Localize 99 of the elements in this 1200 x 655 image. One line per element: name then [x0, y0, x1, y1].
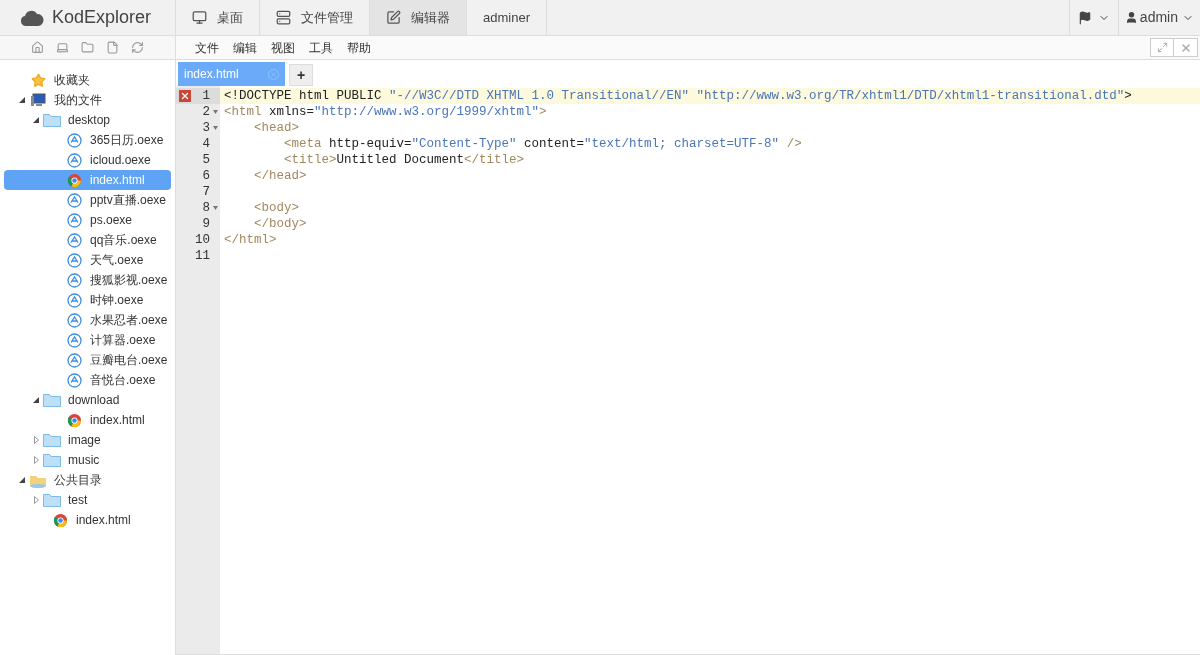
maximize-button[interactable] — [1150, 38, 1174, 57]
nav-tab[interactable]: adminer — [467, 0, 547, 35]
app-icon — [66, 192, 82, 208]
app-icon — [66, 352, 82, 368]
app-icon — [66, 312, 82, 328]
code-line: <head> — [253, 120, 300, 136]
line-number: 1 — [201, 88, 210, 104]
code-line: <html xmlns="http://www.w3.org/1999/xhtml"> — [223, 104, 548, 120]
tree-item[interactable]: index.html — [4, 410, 171, 430]
folder-icon[interactable] — [81, 41, 94, 54]
nav-tab[interactable]: 桌面 — [176, 0, 260, 35]
tree-item[interactable]: 音悦台.oexe — [4, 370, 171, 390]
code-line: <body> — [253, 200, 300, 216]
app-icon — [66, 152, 82, 168]
tree-item[interactable]: download — [4, 390, 171, 410]
menu-item[interactable]: 工具 — [302, 38, 340, 57]
folder-icon — [43, 453, 61, 467]
cloud-icon — [20, 9, 44, 26]
collapsed-arrow-icon[interactable] — [33, 456, 39, 464]
app-icon — [66, 272, 82, 288]
app-icon — [66, 332, 82, 348]
tree-item[interactable]: icloud.oexe — [4, 150, 171, 170]
fold-arrow-icon[interactable] — [212, 110, 218, 114]
tree-item[interactable]: 365日历.oexe — [4, 130, 171, 150]
expanded-arrow-icon[interactable] — [33, 117, 39, 123]
line-number: 2 — [201, 104, 210, 120]
app-icon — [66, 212, 82, 228]
folder-icon — [43, 393, 61, 407]
code-line: <meta http-equiv="Content-Type" content="text/html; charset=UTF-8" /> — [283, 136, 803, 152]
collapsed-arrow-icon[interactable] — [33, 496, 39, 504]
tree-item[interactable]: 天气.oexe — [4, 250, 171, 270]
line-number: 11 — [194, 248, 210, 264]
tree-item[interactable]: test — [4, 490, 171, 510]
menu-item[interactable]: 文件 — [188, 38, 226, 57]
tree-item[interactable]: index.html — [4, 510, 171, 530]
app-icon — [66, 252, 82, 268]
code-line: </body> — [253, 216, 308, 232]
fold-arrow-icon[interactable] — [212, 126, 218, 130]
line-number: 9 — [201, 216, 210, 232]
tree-item[interactable]: 时钟.oexe — [4, 290, 171, 310]
line-number: 10 — [194, 232, 210, 248]
flag-icon — [1077, 10, 1092, 25]
app-icon — [66, 292, 82, 308]
line-number: 8 — [201, 200, 210, 216]
tree-item[interactable]: qq音乐.oexe — [4, 230, 171, 250]
computer-icon[interactable] — [56, 41, 69, 54]
menu-item[interactable]: 编辑 — [226, 38, 264, 57]
tree-item[interactable]: ps.oexe — [4, 210, 171, 230]
maximize-icon — [1156, 42, 1168, 53]
code-line: </head> — [253, 168, 308, 184]
user-icon — [1124, 11, 1138, 24]
close-icon — [1179, 41, 1192, 54]
app-icon — [66, 232, 82, 248]
file-icon[interactable] — [106, 41, 119, 54]
expanded-arrow-icon[interactable] — [19, 97, 25, 103]
refresh-icon[interactable] — [131, 41, 144, 54]
folder-icon — [43, 433, 61, 447]
code-line: <title>Untitled Document</title> — [283, 152, 526, 168]
line-number: 5 — [201, 152, 210, 168]
computer-icon — [30, 92, 46, 108]
tree-item[interactable]: 公共目录 — [4, 470, 171, 490]
line-number: 3 — [201, 120, 210, 136]
line-number: 4 — [201, 136, 210, 152]
folder-icon — [43, 493, 61, 507]
collapsed-arrow-icon[interactable] — [33, 436, 39, 444]
browser-icon — [66, 172, 82, 188]
user-menu-button[interactable]: admin — [1117, 0, 1200, 35]
tree-item[interactable]: 豆瓣电台.oexe — [4, 350, 171, 370]
tree-item[interactable]: pptv直播.oexe — [4, 190, 171, 210]
tree-item[interactable]: 收藏夹 — [4, 70, 171, 90]
line-number: 7 — [201, 184, 210, 200]
home-icon[interactable] — [31, 41, 44, 54]
nav-tab[interactable]: 编辑器 — [370, 0, 467, 35]
tree-item[interactable]: 水果忍者.oexe — [4, 310, 171, 330]
menu-item[interactable]: 帮助 — [340, 38, 378, 57]
expanded-arrow-icon[interactable] — [33, 397, 39, 403]
edit-icon — [386, 10, 401, 25]
menu-item[interactable]: 视图 — [264, 38, 302, 57]
new-tab-button[interactable]: + — [289, 64, 313, 86]
code-line: </html> — [223, 232, 278, 248]
tree-item[interactable]: image — [4, 430, 171, 450]
list-icon — [276, 10, 291, 25]
tree-item[interactable]: desktop — [4, 110, 171, 130]
tree-item[interactable]: 搜狐影视.oexe — [4, 270, 171, 290]
tree-item[interactable]: 我的文件 — [4, 90, 171, 110]
tree-item[interactable]: 计算器.oexe — [4, 330, 171, 350]
line-number: 6 — [201, 168, 210, 184]
monitor-icon — [192, 10, 207, 25]
browser-icon — [66, 412, 82, 428]
app-icon — [66, 132, 82, 148]
close-button[interactable] — [1174, 38, 1198, 57]
fold-arrow-icon[interactable] — [212, 206, 218, 210]
star-icon — [30, 72, 46, 88]
tree-item[interactable]: music — [4, 450, 171, 470]
app-icon — [66, 372, 82, 388]
browser-icon — [52, 512, 68, 528]
brand-name: KodExplorer — [52, 6, 152, 29]
folder-icon — [43, 113, 61, 127]
expanded-arrow-icon[interactable] — [19, 477, 25, 483]
